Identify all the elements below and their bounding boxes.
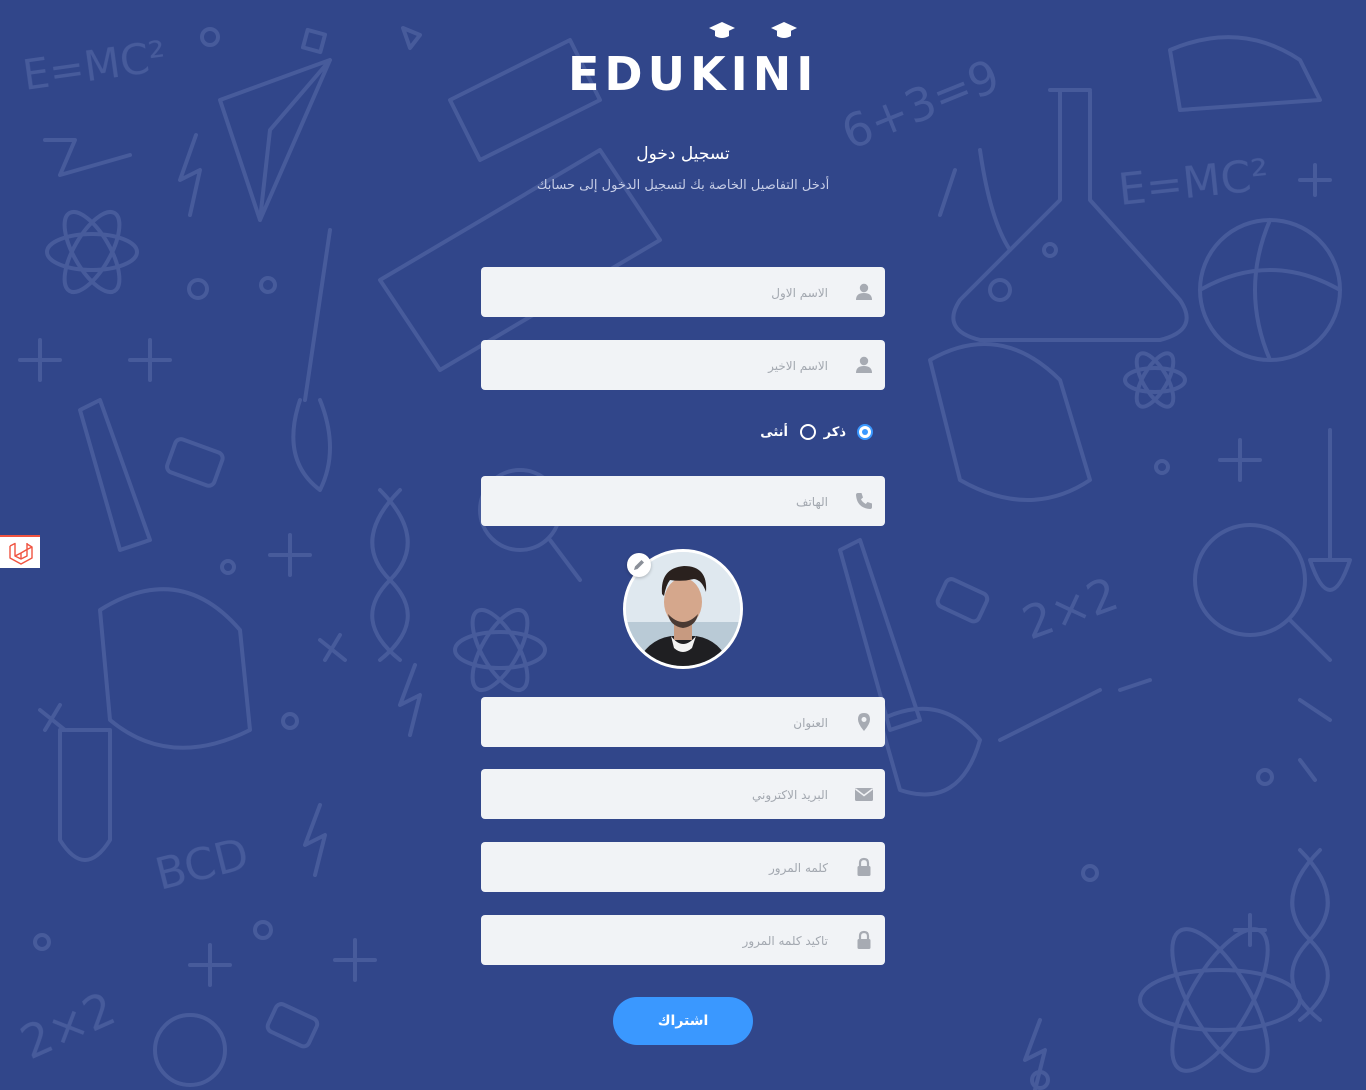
profile-photo-uploader[interactable] bbox=[623, 549, 743, 669]
svg-text:2×2: 2×2 bbox=[1015, 566, 1125, 650]
phone-input[interactable] bbox=[491, 476, 830, 528]
page-subtitle: أدخل التفاصيل الخاصة بك لتسجيل الدخول إل… bbox=[536, 178, 830, 193]
gender-female-label: أنثى bbox=[760, 425, 788, 440]
password-input[interactable] bbox=[491, 842, 830, 894]
map-pin-icon bbox=[858, 713, 870, 731]
page-title: تسجيل دخول bbox=[636, 144, 730, 164]
envelope-icon bbox=[855, 788, 873, 801]
confirm-password-field bbox=[481, 915, 885, 967]
first-name-input[interactable] bbox=[491, 267, 830, 319]
gender-male-label: ذكر bbox=[823, 425, 846, 440]
phone-icon bbox=[856, 493, 872, 509]
svg-text:BCD: BCD bbox=[150, 828, 254, 900]
user-icon bbox=[856, 356, 872, 373]
last-name-field bbox=[481, 340, 885, 392]
phone-field bbox=[481, 476, 885, 528]
edukini-logo: EDUKINI bbox=[568, 20, 813, 100]
logo-text: EDUKINI bbox=[568, 47, 819, 101]
gender-radio-group: ذكر أنثى bbox=[760, 420, 880, 446]
user-icon bbox=[856, 283, 872, 300]
gender-option-male[interactable]: ذكر bbox=[820, 422, 880, 444]
svg-text:E=MC²: E=MC² bbox=[20, 31, 170, 100]
confirm-password-input[interactable] bbox=[491, 915, 830, 967]
last-name-input[interactable] bbox=[491, 340, 830, 392]
submit-button[interactable]: اشتراك bbox=[613, 997, 753, 1045]
graduation-cap-icon bbox=[771, 22, 797, 38]
email-input[interactable] bbox=[491, 769, 830, 821]
svg-text:E=MC²: E=MC² bbox=[1116, 149, 1272, 216]
radio-selected[interactable] bbox=[857, 424, 873, 440]
graduation-cap-icon bbox=[709, 22, 735, 38]
gender-option-female[interactable]: أنثى bbox=[760, 422, 822, 444]
laravel-icon bbox=[9, 542, 33, 565]
email-field bbox=[481, 769, 885, 821]
svg-text:2×2: 2×2 bbox=[13, 981, 124, 1070]
lock-icon bbox=[857, 930, 871, 949]
password-field bbox=[481, 842, 885, 894]
pencil-icon bbox=[634, 560, 644, 570]
first-name-field bbox=[481, 267, 885, 319]
address-input[interactable] bbox=[491, 697, 830, 749]
radio-unselected[interactable] bbox=[800, 424, 816, 440]
edit-photo-button[interactable] bbox=[627, 553, 651, 577]
lock-icon bbox=[857, 857, 871, 876]
debugbar-tab[interactable] bbox=[0, 535, 40, 568]
address-field bbox=[481, 697, 885, 749]
